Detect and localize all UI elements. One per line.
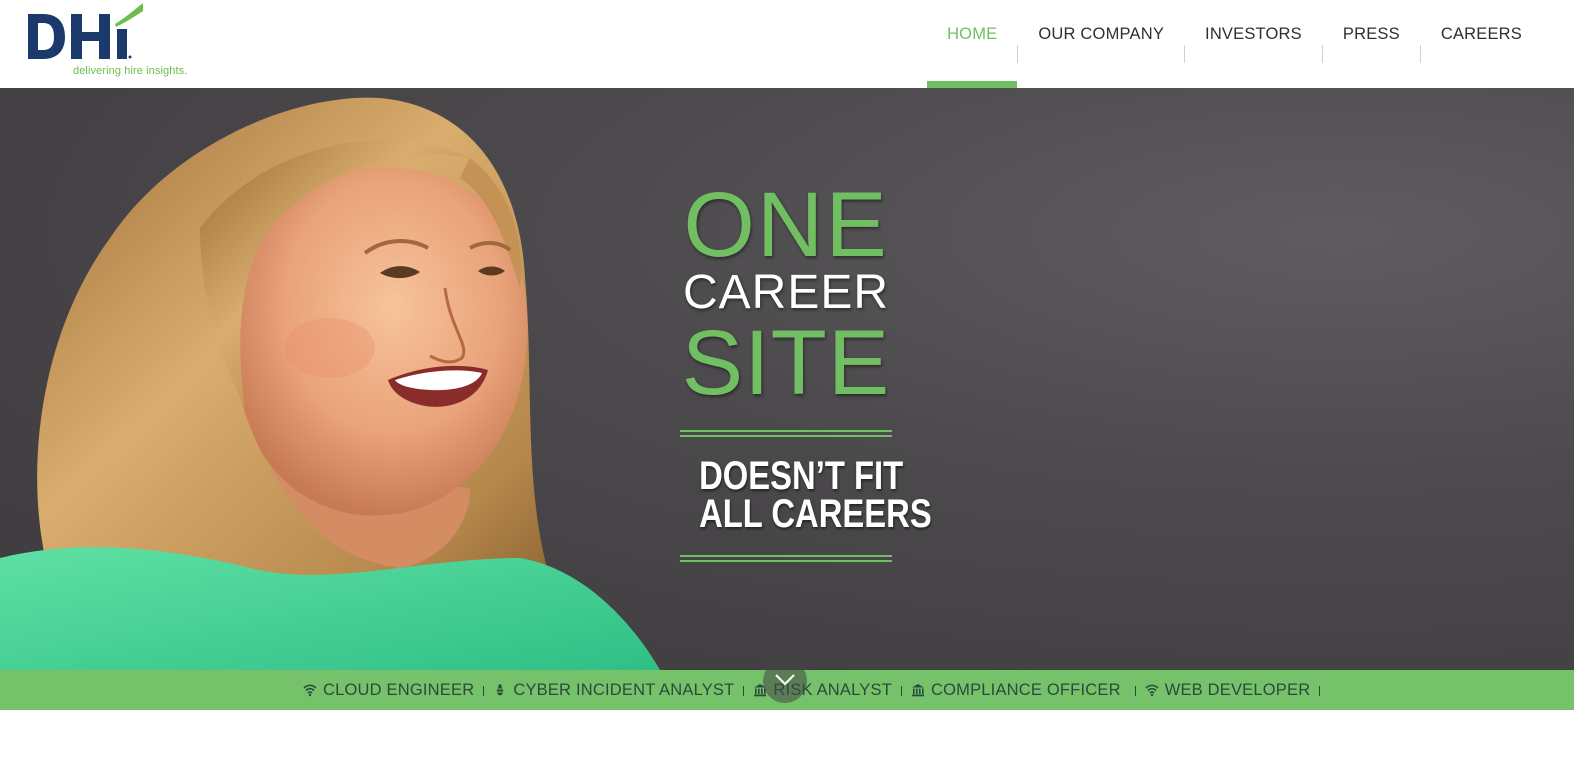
- nav-item-label: OUR COMPANY: [1038, 24, 1165, 43]
- ticker-divider: [743, 686, 745, 696]
- page-body-area: [0, 710, 1574, 777]
- hero-headline: ONE CAREER SITE DOESN’T FIT ALL CAREERS: [680, 174, 932, 562]
- hero-word-site: SITE: [681, 312, 891, 414]
- nav-item-label: PRESS: [1342, 24, 1400, 43]
- nav-item-label: INVESTORS: [1205, 24, 1302, 43]
- site-header: delivering hire insights. HOME OUR COMPA…: [0, 0, 1574, 88]
- hero-banner: ONE CAREER SITE DOESN’T FIT ALL CAREERS: [0, 88, 1574, 670]
- nav-item-home[interactable]: HOME: [927, 0, 1018, 88]
- logo-tagline: delivering hire insights.: [73, 65, 188, 77]
- job-ticker-label: WEB DEVELOPER: [1164, 680, 1311, 699]
- hero-divider-bottom: [680, 555, 892, 562]
- bank-icon: [911, 684, 924, 697]
- wifi-icon: [303, 684, 317, 697]
- nav-item-label: HOME: [947, 24, 998, 43]
- job-ticker-list: CLOUD ENGINEER CYBER INCIDENT ANALYST RI…: [303, 670, 1329, 710]
- dhi-logo[interactable]: delivering hire insights.: [27, 2, 197, 78]
- job-ticker-item[interactable]: WEB DEVELOPER: [1145, 681, 1311, 700]
- hero-subline-2: ALL CAREERS: [699, 492, 932, 536]
- ticker-divider: [1319, 686, 1321, 696]
- nav-item-investors[interactable]: INVESTORS: [1185, 0, 1322, 88]
- ticker-divider: [1134, 686, 1136, 696]
- nav-item-careers[interactable]: CAREERS: [1421, 0, 1542, 88]
- job-ticker-label: CLOUD ENGINEER: [323, 680, 475, 699]
- scroll-down-button[interactable]: [763, 659, 807, 703]
- nav-item-press[interactable]: PRESS: [1323, 0, 1420, 88]
- hero-word-one: ONE: [683, 174, 889, 276]
- job-ticker-label: COMPLIANCE OFFICER: [930, 680, 1121, 699]
- job-ticker-item[interactable]: CYBER INCIDENT ANALYST: [493, 681, 734, 700]
- nav-item-label: CAREERS: [1440, 24, 1522, 43]
- wifi-icon: [1145, 684, 1159, 697]
- dhi-logo-mark: [28, 3, 143, 59]
- hero-subline-1: DOESN’T FIT: [699, 454, 904, 498]
- chevron-down-icon: [775, 674, 795, 686]
- job-ticker-label: CYBER INCIDENT ANALYST: [513, 680, 735, 699]
- hero-divider-top: [680, 430, 892, 437]
- ticker-divider: [483, 686, 485, 696]
- main-nav: HOME OUR COMPANY INVESTORS PRESS CAREERS: [927, 0, 1542, 88]
- nav-item-our-company[interactable]: OUR COMPANY: [1018, 0, 1184, 88]
- bug-icon: [495, 684, 506, 696]
- hero-portrait-image: [0, 97, 660, 670]
- job-ticker-item[interactable]: COMPLIANCE OFFICER: [911, 681, 1121, 700]
- job-ticker-item[interactable]: CLOUD ENGINEER: [303, 681, 474, 700]
- ticker-divider: [900, 686, 902, 696]
